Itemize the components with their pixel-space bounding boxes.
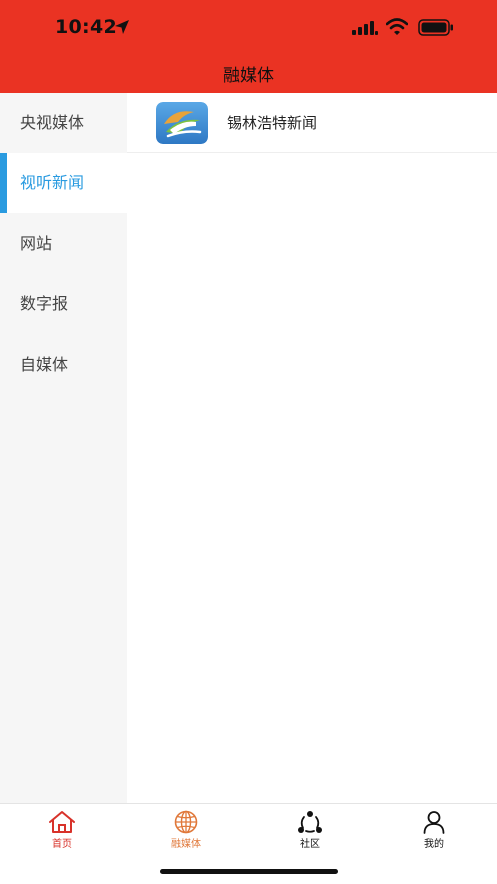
sidebar-item-websites[interactable]: 网站 bbox=[0, 214, 127, 274]
user-icon bbox=[423, 811, 445, 834]
sidebar-item-label: 数字报 bbox=[20, 294, 69, 313]
cellular-signal-icon bbox=[352, 21, 378, 35]
page-title: 融媒体 bbox=[223, 66, 274, 86]
app-logo-icon bbox=[156, 102, 208, 144]
tab-label: 社区 bbox=[300, 839, 320, 850]
list-item-label: 锡林浩特新闻 bbox=[227, 114, 318, 132]
globe-icon bbox=[174, 810, 198, 834]
tab-home[interactable]: 首页 bbox=[0, 804, 124, 854]
status-time: 10:42 bbox=[55, 16, 117, 38]
community-icon bbox=[298, 811, 322, 833]
location-arrow-icon bbox=[115, 20, 129, 34]
tab-profile[interactable]: 我的 bbox=[372, 804, 496, 854]
header-bar: 10:42 融媒体 bbox=[0, 0, 497, 93]
tab-label: 我的 bbox=[424, 839, 444, 850]
sidebar-item-digital-newspaper[interactable]: 数字报 bbox=[0, 274, 127, 334]
tab-label: 融媒体 bbox=[171, 839, 201, 850]
tab-label: 首页 bbox=[52, 839, 72, 850]
list-item[interactable]: 锡林浩特新闻 bbox=[127, 93, 497, 153]
sidebar-item-audiovisual-news[interactable]: 视听新闻 bbox=[0, 153, 127, 213]
home-indicator[interactable] bbox=[160, 869, 338, 874]
sidebar-item-label: 央视媒体 bbox=[20, 113, 85, 132]
sidebar-item-cctv-media[interactable]: 央视媒体 bbox=[0, 93, 127, 153]
sidebar-item-label: 视听新闻 bbox=[20, 173, 85, 192]
wifi-icon bbox=[386, 18, 408, 35]
home-icon bbox=[49, 811, 75, 833]
sidebar-item-label: 自媒体 bbox=[20, 355, 69, 374]
active-indicator bbox=[0, 153, 7, 213]
battery-icon bbox=[418, 19, 453, 36]
sidebar-item-self-media[interactable]: 自媒体 bbox=[0, 335, 127, 395]
tab-media[interactable]: 融媒体 bbox=[124, 804, 248, 854]
sidebar-item-label: 网站 bbox=[20, 234, 53, 253]
category-sidebar: 央视媒体 视听新闻 网站 数字报 自媒体 bbox=[0, 93, 127, 803]
tab-community[interactable]: 社区 bbox=[248, 804, 372, 854]
